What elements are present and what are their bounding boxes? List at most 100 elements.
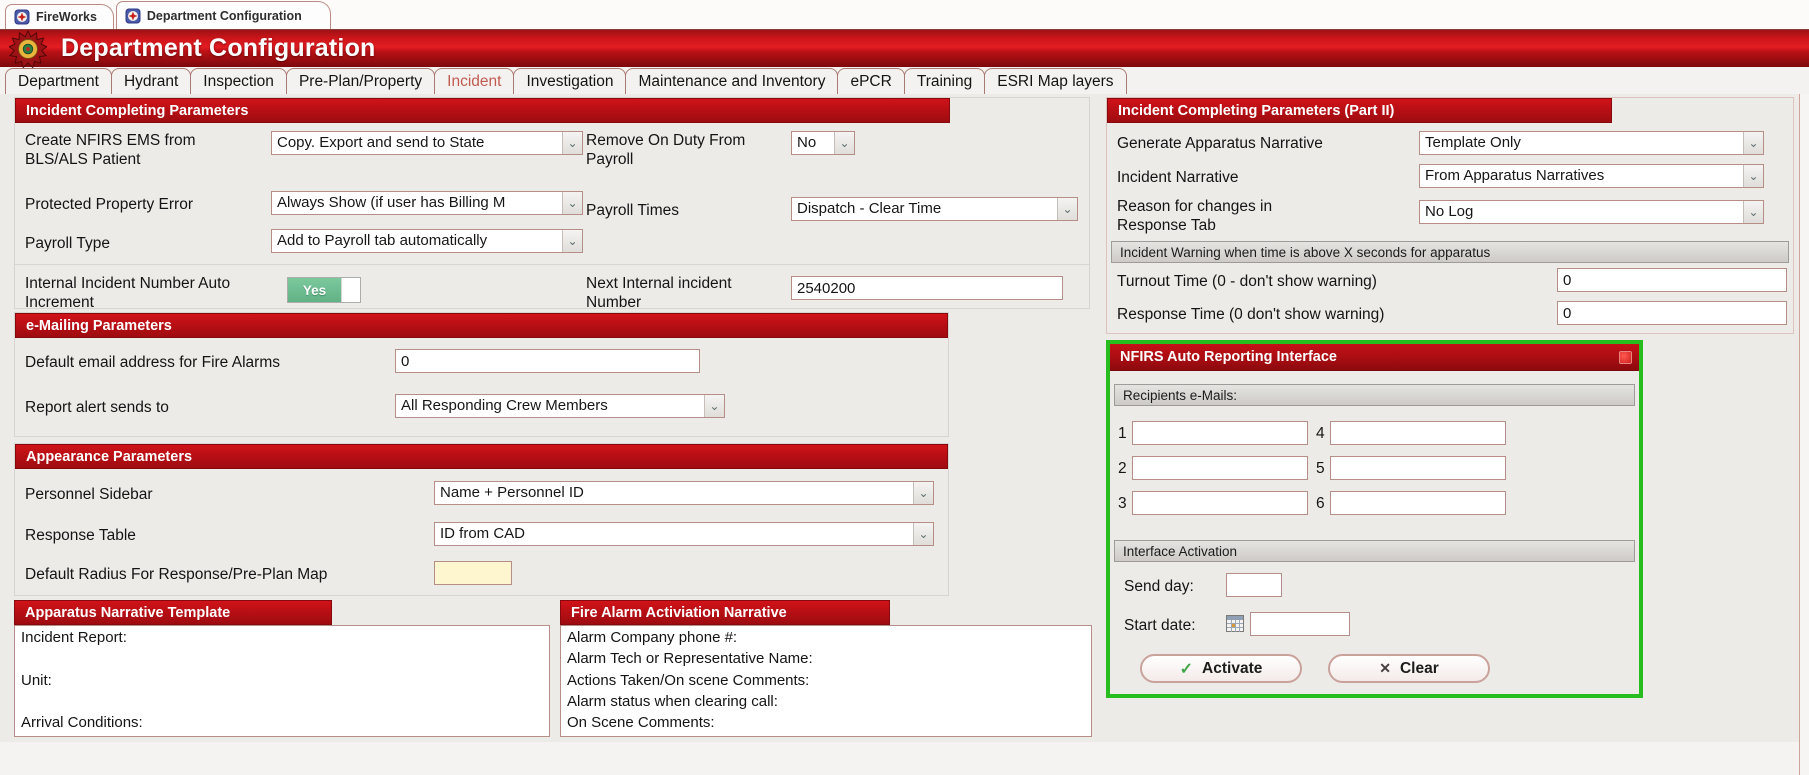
emailing-parameters-group: e-Mailing Parameters Default email addre…: [14, 312, 949, 437]
recipient-number: 5: [1316, 460, 1325, 478]
title-bar: Department Configuration: [0, 29, 1809, 67]
send-day-input[interactable]: [1226, 573, 1282, 597]
x-icon: ✕: [1379, 660, 1391, 677]
incident-completing-parameters-group: Incident Completing Parameters Create NF…: [14, 97, 1090, 309]
turnout-time-input[interactable]: [1557, 268, 1787, 292]
divider: [15, 264, 1089, 265]
section-header: Incident Completing Parameters: [15, 98, 950, 123]
protected-property-dropdown[interactable]: Always Show (if user has Billing M ⌄: [271, 191, 583, 215]
fire-alarm-narrative-textarea[interactable]: Alarm Company phone #: Alarm Tech or Rep…: [560, 625, 1092, 737]
check-icon: ✓: [1180, 659, 1193, 679]
chevron-down-icon: ⌄: [1743, 132, 1763, 154]
calendar-icon[interactable]: [1226, 615, 1244, 632]
turnout-time-label: Turnout Time (0 - don't show warning): [1117, 272, 1547, 291]
chevron-down-icon: ⌄: [1743, 165, 1763, 187]
remove-on-duty-dropdown[interactable]: No ⌄: [791, 131, 855, 155]
nfirs-close-button[interactable]: [1619, 351, 1632, 364]
default-email-input[interactable]: [395, 349, 700, 373]
remove-on-duty-label: Remove On Duty From Payroll: [586, 131, 766, 170]
recipient-email-4-input[interactable]: [1330, 421, 1506, 445]
chevron-down-icon: ⌄: [913, 482, 933, 504]
window-tab-department-configuration[interactable]: Department Configuration: [116, 1, 331, 29]
tab-esri-map-layers[interactable]: ESRI Map layers: [984, 68, 1126, 94]
response-table-label: Response Table: [25, 526, 405, 545]
create-nfirs-label: Create NFIRS EMS from BLS/ALS Patient: [25, 131, 260, 170]
window-tab-label: Department Configuration: [147, 9, 302, 23]
tab-investigation[interactable]: Investigation: [513, 68, 626, 94]
chevron-down-icon: ⌄: [704, 395, 724, 417]
section-header: Incident Completing Parameters (Part II): [1107, 98, 1612, 123]
tab-maintenance-inventory[interactable]: Maintenance and Inventory: [625, 68, 838, 94]
response-table-dropdown[interactable]: ID from CAD ⌄: [434, 522, 934, 546]
fireworks-badge-icon: [125, 8, 141, 24]
nfirs-auto-reporting-panel: NFIRS Auto Reporting Interface Recipient…: [1106, 340, 1643, 698]
tab-pre-plan-property[interactable]: Pre-Plan/Property: [286, 68, 435, 94]
next-incident-number-label: Next Internal incident Number: [586, 274, 736, 313]
incident-settings-panel: Incident Completing Parameters Create NF…: [0, 94, 1800, 742]
tab-epcr[interactable]: ePCR: [837, 68, 904, 94]
tab-department[interactable]: Department: [5, 68, 112, 94]
auto-increment-label: Internal Incident Number Auto Increment: [25, 274, 260, 313]
next-incident-number-input[interactable]: [791, 276, 1063, 300]
incident-narrative-dropdown[interactable]: From Apparatus Narratives ⌄: [1419, 164, 1764, 188]
report-alert-dropdown[interactable]: All Responding Crew Members ⌄: [395, 394, 725, 418]
incident-completing-part2-group: Incident Completing Parameters (Part II)…: [1106, 97, 1794, 334]
recipient-email-6-input[interactable]: [1330, 491, 1506, 515]
recipient-number: 2: [1118, 460, 1127, 478]
activate-button[interactable]: ✓ Activate: [1140, 654, 1302, 683]
tab-training[interactable]: Training: [904, 68, 985, 94]
send-day-label: Send day:: [1124, 577, 1194, 596]
window-tab-label: FireWorks: [36, 10, 97, 24]
personnel-sidebar-dropdown[interactable]: Name + Personnel ID ⌄: [434, 481, 934, 505]
recipient-email-3-input[interactable]: [1132, 491, 1308, 515]
window-tab-fireworks[interactable]: FireWorks: [5, 4, 114, 29]
reason-changes-dropdown[interactable]: No Log ⌄: [1419, 200, 1764, 224]
nfirs-section-header: NFIRS Auto Reporting Interface: [1110, 344, 1639, 371]
section-header: Appearance Parameters: [15, 444, 948, 469]
personnel-sidebar-label: Personnel Sidebar: [25, 485, 405, 504]
recipient-number: 4: [1316, 425, 1325, 443]
payroll-type-dropdown[interactable]: Add to Payroll tab automatically ⌄: [271, 229, 583, 253]
response-time-input[interactable]: [1557, 301, 1787, 325]
apparatus-narrative-textarea[interactable]: Incident Report: Unit: Arrival Condition…: [14, 625, 550, 737]
reason-changes-label: Reason for changes in Response Tab: [1117, 197, 1337, 236]
tab-incident[interactable]: Incident: [434, 68, 514, 94]
payroll-times-label: Payroll Times: [586, 201, 766, 220]
page-title: Department Configuration: [61, 34, 376, 63]
recipient-email-5-input[interactable]: [1330, 456, 1506, 480]
recipient-number: 6: [1316, 495, 1325, 513]
report-alert-label: Report alert sends to: [25, 398, 365, 417]
recipients-subheader: Recipients e-Mails:: [1114, 384, 1635, 406]
chevron-down-icon: ⌄: [913, 523, 933, 545]
fire-alarm-narrative-header: Fire Alarm Activiation Narrative: [560, 600, 890, 625]
payroll-times-dropdown[interactable]: Dispatch - Clear Time ⌄: [791, 197, 1078, 221]
chevron-down-icon: ⌄: [562, 192, 582, 214]
incident-warning-subheader: Incident Warning when time is above X se…: [1111, 241, 1789, 263]
default-radius-input[interactable]: [434, 561, 512, 585]
default-radius-label: Default Radius For Response/Pre-Plan Map: [25, 565, 420, 584]
department-configuration-window: FireWorks Department Configuration Depar…: [0, 0, 1809, 775]
interface-activation-subheader: Interface Activation: [1114, 540, 1635, 562]
start-date-label: Start date:: [1124, 616, 1196, 635]
auto-increment-toggle[interactable]: Yes: [287, 277, 361, 303]
generate-apparatus-dropdown[interactable]: Template Only ⌄: [1419, 131, 1764, 155]
recipient-email-2-input[interactable]: [1132, 456, 1308, 480]
create-nfirs-dropdown[interactable]: Copy. Export and send to State ⌄: [271, 131, 583, 155]
fireworks-badge-icon: [14, 9, 30, 25]
start-date-input[interactable]: [1250, 612, 1350, 636]
tab-inspection[interactable]: Inspection: [190, 68, 287, 94]
chevron-down-icon: ⌄: [1057, 198, 1077, 220]
default-email-label: Default email address for Fire Alarms: [25, 353, 365, 372]
toggle-knob: [341, 278, 360, 302]
appearance-parameters-group: Appearance Parameters Personnel Sidebar …: [14, 443, 949, 596]
tab-hydrant[interactable]: Hydrant: [111, 68, 191, 94]
window-bottom-strip: [0, 742, 1800, 775]
chevron-down-icon: ⌄: [562, 230, 582, 252]
recipient-email-1-input[interactable]: [1132, 421, 1308, 445]
fire-department-seal-icon: [9, 30, 47, 68]
clear-button[interactable]: ✕ Clear: [1328, 654, 1490, 683]
payroll-type-label: Payroll Type: [25, 234, 265, 253]
response-time-label: Response Time (0 don't show warning): [1117, 305, 1547, 324]
apparatus-narrative-header: Apparatus Narrative Template: [14, 600, 332, 625]
recipient-number: 3: [1118, 495, 1127, 513]
